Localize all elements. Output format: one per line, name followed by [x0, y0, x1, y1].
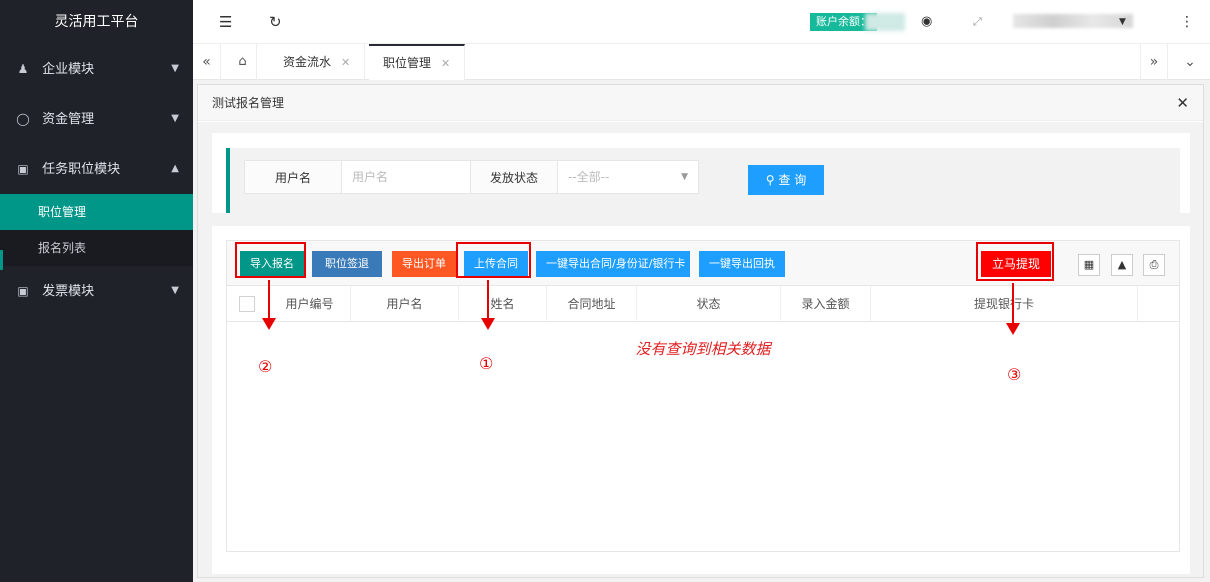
tab-fund-flow[interactable]: 资金流水 ✕: [269, 44, 366, 80]
tab-label: 职位管理: [383, 56, 432, 70]
caret-down-icon: ▼: [171, 113, 179, 124]
sidebar-item-label: 任务职位模块: [42, 162, 121, 177]
sidebar-item-funds[interactable]: ◯ 资金管理 ▼: [0, 94, 193, 144]
column-header-username[interactable]: 用户名: [351, 286, 459, 322]
highlight-import-signup: [235, 242, 306, 278]
annotation-arrow-3: [1006, 283, 1020, 335]
export-icon[interactable]: ▲: [1111, 254, 1133, 276]
table-header: 用户编号 用户名 姓名 合同地址 状态 录入金额 提现银行卡: [227, 286, 1179, 322]
user-group-icon: ♟: [17, 62, 29, 76]
content-panel: 测试报名管理 ✕ 用户名 用户名 发放状态 --全部-- ▼ ⚲ 查 询 导入报…: [197, 84, 1204, 578]
export-contract-id-bank-button[interactable]: 一键导出合同/身份证/银行卡: [536, 251, 690, 277]
tab-close-icon[interactable]: ✕: [441, 57, 450, 70]
sidebar-submenu: 职位管理 报名列表: [0, 194, 193, 266]
tabs-menu-dropdown-icon[interactable]: ⌄: [1176, 44, 1204, 80]
caret-up-icon: ▲: [171, 163, 179, 174]
sidebar-item-label: 企业模块: [42, 62, 95, 77]
search-card: 用户名 用户名 发放状态 --全部-- ▼ ⚲ 查 询: [212, 133, 1190, 213]
menu-collapse-icon[interactable]: ☰: [219, 0, 232, 44]
empty-message: 没有查询到相关数据: [635, 340, 771, 358]
annotation-arrow-2: [262, 280, 276, 330]
home-icon[interactable]: ⌂: [229, 44, 257, 80]
print-icon[interactable]: ⎙: [1143, 254, 1165, 276]
refresh-icon[interactable]: ↻: [269, 0, 282, 44]
status-label: 发放状态: [470, 160, 558, 194]
caret-down-icon: ▼: [171, 63, 179, 74]
search-icon: ⚲: [765, 173, 775, 187]
user-name-blurred[interactable]: [1013, 14, 1133, 28]
sidebar-subitem-position-manage[interactable]: 职位管理: [0, 194, 193, 230]
top-bar: ☰ ↻ 账户余额： ◉ ⤢ ▼ ⋮: [193, 0, 1210, 44]
more-vertical-icon[interactable]: ⋮: [1180, 0, 1194, 44]
app-logo: 灵活用工平台: [54, 14, 139, 30]
column-header-name[interactable]: 姓名: [459, 286, 547, 322]
tabs-scroll-left-icon[interactable]: «: [193, 44, 221, 80]
panel-body: 用户名 用户名 发放状态 --全部-- ▼ ⚲ 查 询 导入报名 职位签退 导出…: [198, 122, 1203, 577]
select-all-cell: [227, 286, 269, 322]
fullscreen-icon[interactable]: ⤢: [973, 0, 982, 44]
username-input[interactable]: 用户名: [341, 160, 471, 194]
tabs-scroll-right-icon[interactable]: »: [1140, 44, 1168, 80]
column-header-amount[interactable]: 录入金额: [781, 286, 871, 322]
highlight-withdraw-now: [976, 242, 1054, 281]
annotation-arrow-1: [481, 280, 495, 330]
panel-title: 测试报名管理: [212, 96, 285, 110]
status-select[interactable]: --全部-- ▼: [557, 160, 699, 194]
status-select-value: --全部--: [568, 170, 610, 184]
sidebar-item-label: 资金管理: [42, 112, 95, 127]
sidebar-item-label: 发票模块: [42, 284, 95, 299]
export-order-button[interactable]: 导出订单: [392, 251, 456, 277]
annotation-label-2: ②: [258, 357, 273, 376]
username-label: 用户名: [244, 160, 342, 194]
data-table: 导入报名 职位签退 导出订单 上传合同 一键导出合同/身份证/银行卡 一键导出回…: [226, 240, 1180, 552]
task-icon: ▣: [17, 162, 29, 176]
sidebar-item-enterprise[interactable]: ♟ 企业模块 ▼: [0, 44, 193, 94]
panel-header: 测试报名管理 ✕: [198, 85, 1203, 121]
annotation-label-1: ①: [479, 354, 494, 373]
tab-position-manage[interactable]: 职位管理 ✕: [369, 44, 466, 80]
caret-down-icon: ▼: [171, 285, 179, 296]
highlight-upload-contract: [456, 242, 531, 278]
balance-value-blurred: [865, 13, 905, 31]
tabs-bar: « ⌂ 资金流水 ✕ 职位管理 ✕ » ⌄: [193, 44, 1210, 80]
column-header-status[interactable]: 状态: [637, 286, 781, 322]
sidebar-item-invoice[interactable]: ▣ 发票模块 ▼: [0, 266, 193, 316]
column-header-user-id[interactable]: 用户编号: [269, 286, 351, 322]
theme-palette-icon[interactable]: ◉: [921, 0, 932, 44]
invoice-icon: ▣: [17, 284, 29, 298]
export-receipt-button[interactable]: 一键导出回执: [699, 251, 785, 277]
search-form: 用户名 用户名 发放状态 --全部-- ▼ ⚲ 查 询: [226, 148, 1180, 213]
column-header-withdraw-bank-card[interactable]: 提现银行卡: [871, 286, 1138, 322]
column-header-spacer: [1138, 286, 1179, 322]
sidebar: 灵活用工平台 ♟ 企业模块 ▼ ◯ 资金管理 ▼ ▣ 任务职位模块 ▲ 职位管理…: [0, 0, 193, 582]
column-filter-icon[interactable]: ▦: [1078, 254, 1100, 276]
chevron-down-icon: ▼: [681, 172, 688, 182]
user-dropdown-icon[interactable]: ▼: [1119, 0, 1126, 44]
position-sign-return-button[interactable]: 职位签退: [312, 251, 382, 277]
close-icon[interactable]: ✕: [1176, 85, 1189, 121]
query-button[interactable]: ⚲ 查 询: [748, 165, 824, 195]
annotation-label-3: ③: [1007, 365, 1022, 384]
tab-label: 资金流水: [283, 55, 332, 69]
column-header-contract-address[interactable]: 合同地址: [547, 286, 637, 322]
yen-icon: ◯: [16, 112, 30, 126]
tab-close-icon[interactable]: ✕: [341, 56, 350, 69]
sidebar-subitem-signup-list[interactable]: 报名列表: [0, 230, 193, 266]
select-all-checkbox[interactable]: [239, 296, 255, 312]
sidebar-item-tasks[interactable]: ▣ 任务职位模块 ▲: [0, 144, 193, 194]
sidebar-accent: [0, 250, 3, 270]
query-button-label: 查 询: [778, 173, 807, 187]
